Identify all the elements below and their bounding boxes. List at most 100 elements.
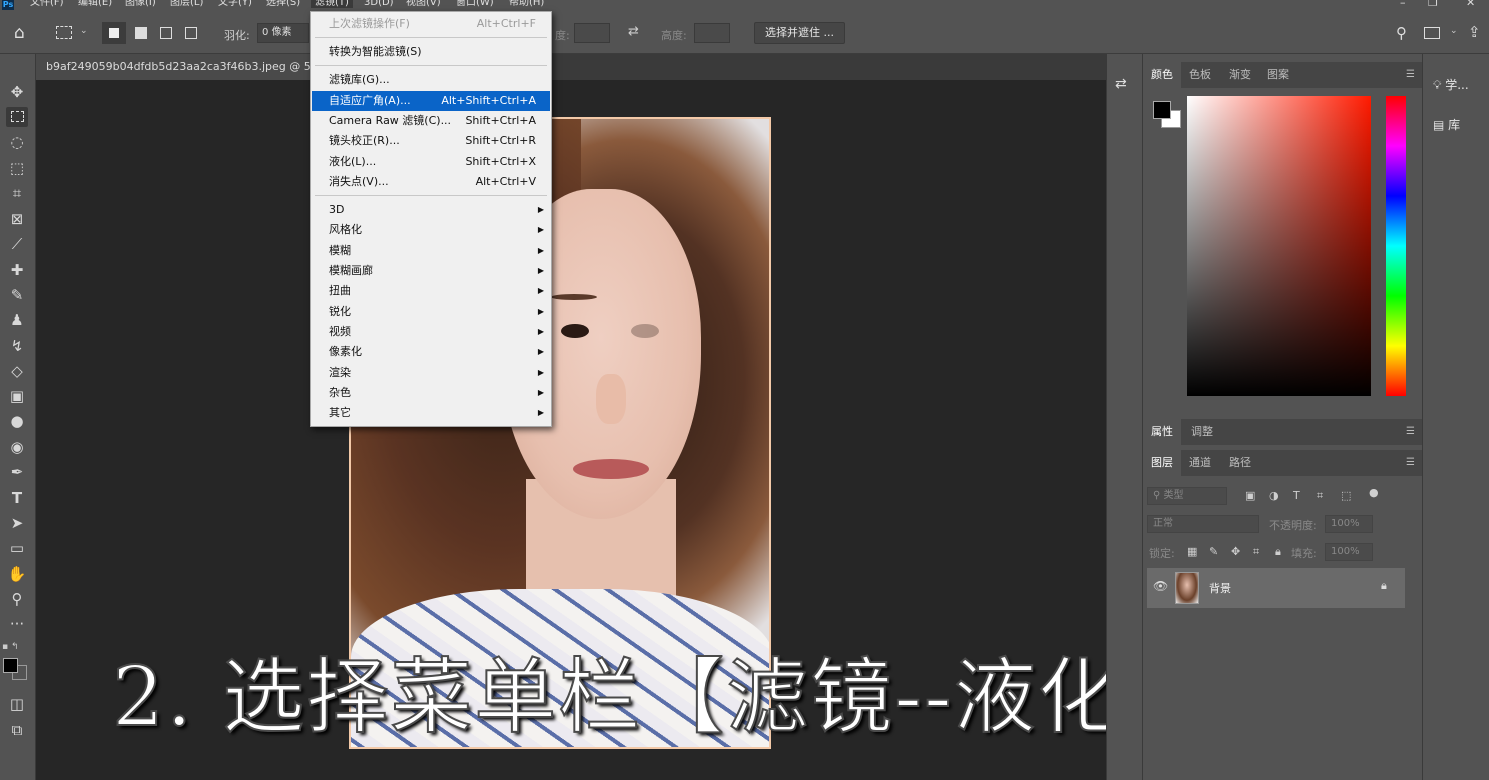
filter-menu-item[interactable]: 3D ▶ <box>312 200 550 220</box>
width-input[interactable] <box>574 23 610 43</box>
lock-image-icon[interactable]: ✎ <box>1209 545 1218 558</box>
filter-adjustment-icon[interactable]: ◑ <box>1269 489 1279 502</box>
menu-view[interactable]: 视图(V) <box>402 0 445 8</box>
hand-tool-icon[interactable]: ✋ <box>6 564 28 584</box>
lock-artboard-icon[interactable]: ⌗ <box>1253 545 1259 559</box>
restore-icon[interactable]: ❐ <box>1428 0 1438 8</box>
minimize-icon[interactable]: – <box>1400 0 1406 8</box>
gradient-tool-icon[interactable]: ▣ <box>6 386 28 406</box>
workspace-icon[interactable] <box>1424 27 1440 39</box>
blend-mode-select[interactable]: 正常 <box>1147 515 1259 533</box>
filter-menu-item[interactable]: 像素化 ▶ <box>312 342 550 362</box>
tab-swatches[interactable]: 色板 <box>1181 62 1219 88</box>
learn-panel-button[interactable]: 💡︎ 学... <box>1433 76 1469 93</box>
document-tab[interactable]: b9af249059b04dfdb5d23aa2ca3f46b3.jpeg @ … <box>36 54 343 80</box>
move-tool-icon[interactable]: ✥ <box>6 82 28 102</box>
color-panel-fg-swatch[interactable] <box>1153 101 1171 119</box>
filter-menu-item[interactable]: 模糊 ▶ <box>312 241 550 261</box>
lock-transparent-icon[interactable]: ▦ <box>1187 545 1197 558</box>
filter-toggle-icon[interactable]: ● <box>1369 486 1379 499</box>
dodge-tool-icon[interactable]: ◉ <box>6 437 28 457</box>
filter-smart-object-icon[interactable]: ⬚ <box>1341 489 1351 502</box>
tab-adjustments[interactable]: 调整 <box>1183 419 1221 445</box>
tab-patterns[interactable]: 图案 <box>1259 62 1297 88</box>
default-colors-icon[interactable]: ▪ ↰ <box>2 642 19 652</box>
filter-menu-item[interactable]: 其它 ▶ <box>312 403 550 423</box>
menu-help[interactable]: 帮助(H) <box>505 0 548 8</box>
intersect-selection-icon[interactable] <box>185 27 197 39</box>
opacity-input[interactable]: 100% <box>1325 515 1373 533</box>
menu-image[interactable]: 图像(I) <box>121 0 160 8</box>
filter-menu-item[interactable]: 液化(L)... Shift+Ctrl+X <box>312 152 550 172</box>
subtract-selection-icon[interactable] <box>160 27 172 39</box>
layer-kind-filter[interactable]: ⚲ 类型 <box>1147 487 1227 505</box>
layer-row[interactable]: 👁︎ 背景 🔒︎ <box>1147 568 1405 608</box>
filter-menu-item[interactable]: 渲染 ▶ <box>312 363 550 383</box>
menu-type[interactable]: 文字(Y) <box>214 0 256 8</box>
object-select-tool-icon[interactable]: ⬚ <box>6 158 28 178</box>
fill-input[interactable]: 100% <box>1325 543 1373 561</box>
type-tool-icon[interactable]: T <box>6 488 28 508</box>
filter-menu-item[interactable]: 转换为智能滤镜(S) <box>312 42 550 62</box>
filter-menu-item[interactable]: 镜头校正(R)... Shift+Ctrl+R <box>312 131 550 151</box>
share-icon[interactable]: ⇪ <box>1468 23 1481 41</box>
menu-window[interactable]: 窗口(W) <box>452 0 498 8</box>
menu-edit[interactable]: 编辑(E) <box>74 0 116 8</box>
panel-menu-icon[interactable]: ☰ <box>1406 419 1415 445</box>
zoom-tool-icon[interactable]: ⚲ <box>6 589 28 609</box>
brush-tool-icon[interactable]: ✎ <box>6 285 28 305</box>
filter-menu-item[interactable]: 扭曲 ▶ <box>312 281 550 301</box>
menu-filter[interactable]: 滤镜(T) <box>311 0 353 8</box>
screen-mode-icon[interactable]: ⧉ <box>6 720 28 740</box>
pen-tool-icon[interactable]: ✒ <box>6 462 28 482</box>
history-panel-icon[interactable]: ⇄ <box>1115 76 1127 92</box>
healing-brush-icon[interactable]: ✚ <box>6 260 28 280</box>
filter-menu-item[interactable]: 视频 ▶ <box>312 322 550 342</box>
marquee-preset-icon[interactable] <box>56 26 72 39</box>
add-selection-icon[interactable] <box>135 27 147 39</box>
filter-type-icon[interactable]: T <box>1293 489 1300 502</box>
tab-paths[interactable]: 路径 <box>1221 450 1259 476</box>
filter-shape-icon[interactable]: ⌗ <box>1317 489 1323 503</box>
tab-color[interactable]: 颜色 <box>1143 62 1181 88</box>
color-field[interactable] <box>1187 96 1371 396</box>
menu-select[interactable]: 选择(S) <box>262 0 304 8</box>
lock-position-icon[interactable]: ✥ <box>1231 545 1240 558</box>
filter-menu-item[interactable]: 滤镜库(G)... <box>312 70 550 90</box>
lasso-tool-icon[interactable]: ◌ <box>6 132 28 152</box>
menu-file[interactable]: 文件(F) <box>26 0 68 8</box>
eraser-tool-icon[interactable]: ◇ <box>6 361 28 381</box>
filter-menu-item[interactable]: 锐化 ▶ <box>312 302 550 322</box>
filter-menu-item[interactable]: 模糊画廊 ▶ <box>312 261 550 281</box>
menu-layer[interactable]: 图层(L) <box>166 0 207 8</box>
panel-menu-icon[interactable]: ☰ <box>1406 62 1415 88</box>
tab-properties[interactable]: 属性 <box>1143 419 1181 445</box>
chevron-down-icon[interactable]: ⌄ <box>80 26 88 36</box>
eyedropper-tool-icon[interactable]: ⟋ <box>6 234 28 254</box>
swap-icon[interactable]: ⇄ <box>628 24 639 39</box>
filter-menu-item[interactable]: Camera Raw 滤镜(C)... Shift+Ctrl+A <box>312 111 550 131</box>
height-input[interactable] <box>694 23 730 43</box>
close-icon[interactable]: ✕ <box>1466 0 1475 8</box>
frame-tool-icon[interactable]: ⊠ <box>6 209 28 229</box>
history-brush-icon[interactable]: ↯ <box>6 336 28 356</box>
lock-all-icon[interactable]: 🔒︎ <box>1275 545 1281 559</box>
more-tools-icon[interactable]: ··· <box>6 614 28 634</box>
blur-tool-icon[interactable]: ● <box>6 411 28 431</box>
path-select-tool-icon[interactable]: ➤ <box>6 513 28 533</box>
quick-mask-icon[interactable]: ◫ <box>6 694 28 714</box>
tab-gradients[interactable]: 渐变 <box>1221 62 1259 88</box>
new-selection-icon[interactable] <box>102 22 126 44</box>
filter-menu-item[interactable]: 消失点(V)... Alt+Ctrl+V <box>312 172 550 192</box>
libraries-panel-button[interactable]: ▤ 库 <box>1433 116 1460 133</box>
search-icon[interactable]: ⚲ <box>1396 24 1407 42</box>
crop-tool-icon[interactable]: ⌗ <box>6 183 28 203</box>
tab-channels[interactable]: 通道 <box>1181 450 1219 476</box>
tab-layers[interactable]: 图层 <box>1143 450 1181 476</box>
marquee-tool-icon[interactable] <box>6 107 28 127</box>
filter-pixel-icon[interactable]: ▣ <box>1245 489 1255 502</box>
foreground-color-swatch[interactable] <box>3 658 18 673</box>
filter-menu-item[interactable]: 上次滤镜操作(F) Alt+Ctrl+F <box>312 14 550 34</box>
chevron-down-icon[interactable]: ⌄ <box>1450 26 1458 36</box>
home-icon[interactable]: ⌂ <box>14 23 25 43</box>
